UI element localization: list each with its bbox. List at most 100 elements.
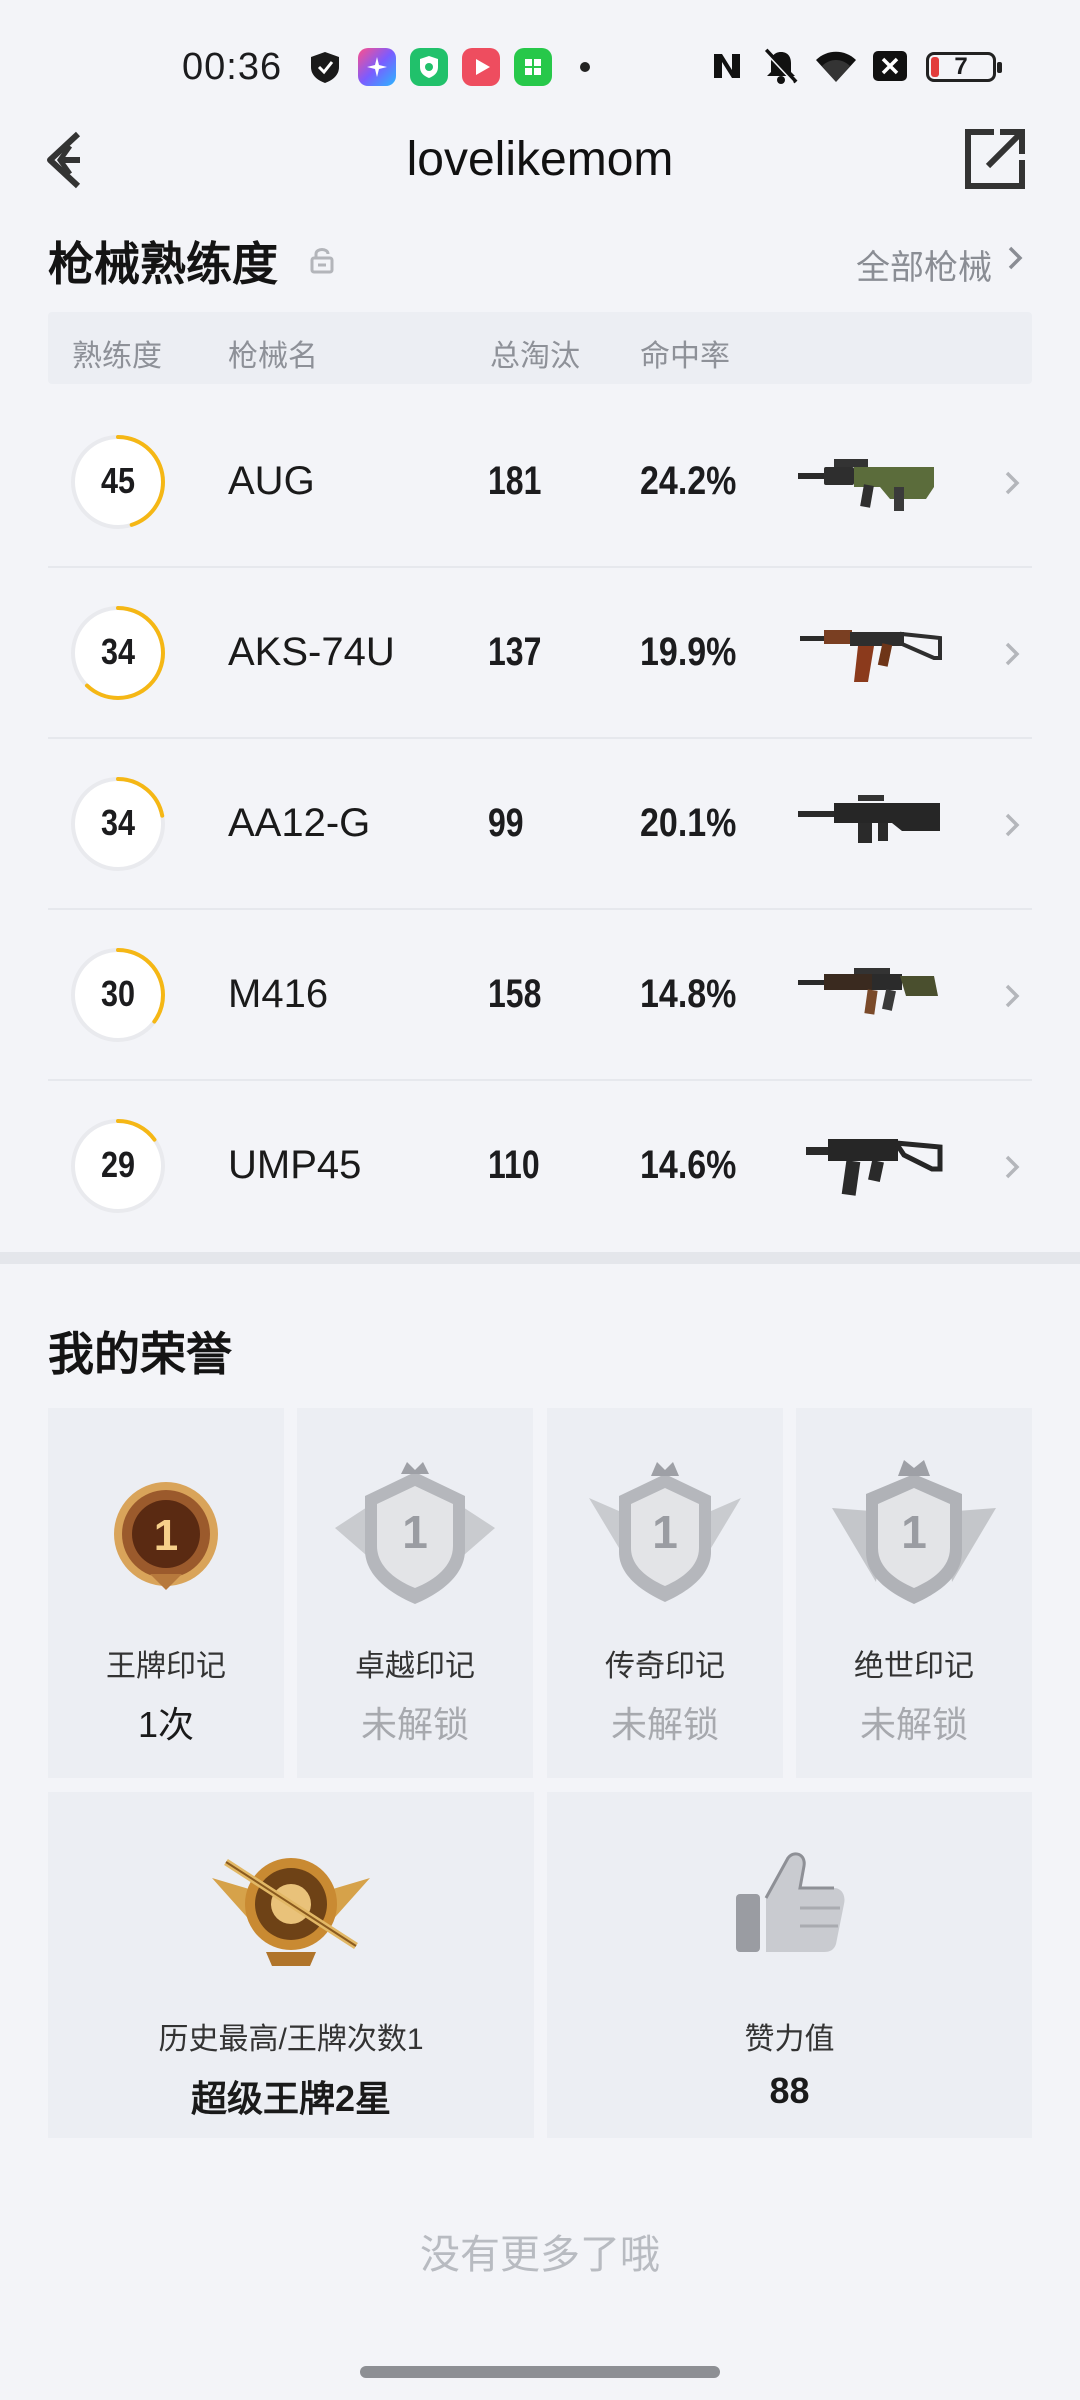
legend-mark-medal-number: 1 xyxy=(652,1506,678,1558)
col-hit-rate: 命中率 xyxy=(640,340,730,373)
honor-value: 未解锁 xyxy=(859,1704,968,1745)
chevron-right-icon[interactable] xyxy=(1002,638,1024,670)
weapon-row-aug[interactable]: 45 AUG 181 24.2% xyxy=(48,397,1032,568)
honor-card-legend-mark[interactable]: 1 传奇印记 未解锁 xyxy=(547,1408,783,1778)
weapon-row-m416[interactable]: 30 M416 158 14.8% xyxy=(48,910,1032,1081)
ace-mark-medal-number: 1 xyxy=(154,1511,178,1560)
highest-rank-label: 历史最高/王牌次数1 xyxy=(158,2023,424,2056)
col-name: 枪械名 xyxy=(228,340,318,373)
legend-mark-medal-icon: 1 xyxy=(575,1458,755,1608)
appstore-app-icon xyxy=(514,48,552,86)
honor-value: 未解锁 xyxy=(610,1704,719,1745)
chevron-right-icon[interactable] xyxy=(1002,980,1024,1012)
chevron-right-icon[interactable] xyxy=(1004,240,1028,276)
honor-label: 卓越印记 xyxy=(355,1650,475,1683)
likes-label: 赞力值 xyxy=(744,2023,835,2056)
honors-title: 我的荣誉 xyxy=(48,1328,232,1380)
ump45-smg-icon xyxy=(794,1121,944,1211)
super-ace-emblem-icon xyxy=(206,1842,376,1972)
ace-mark-medal-icon: 1 xyxy=(110,1478,222,1596)
share-icon xyxy=(965,129,1025,189)
weapon-row-ump45[interactable]: 29 UMP45 110 14.6% xyxy=(48,1081,1032,1252)
honor-card-excellence-mark[interactable]: 1 卓越印记 未解锁 xyxy=(297,1408,533,1778)
mastery-ring: 34 xyxy=(70,776,166,872)
likes-value: 88 xyxy=(769,2070,810,2111)
nfc-icon xyxy=(710,48,744,89)
weapon-row-aks74u[interactable]: 34 AKS-74U 137 19.9% xyxy=(48,568,1032,739)
notification-dot xyxy=(580,62,590,72)
honor-value: 1次 xyxy=(137,1704,195,1745)
peerless-mark-medal-number: 1 xyxy=(901,1506,927,1558)
weapon-hit-rate: 20.1% xyxy=(640,801,737,845)
weapon-name: AUG xyxy=(228,459,315,503)
mastery-ring: 34 xyxy=(70,605,166,701)
status-time: 00:36 xyxy=(182,46,283,88)
mastery-level: 29 xyxy=(100,1144,136,1185)
aug-rifle-icon xyxy=(794,437,944,527)
thumbs-up-icon xyxy=(730,1848,850,1958)
m416-rifle-icon xyxy=(794,950,944,1040)
chevron-right-icon[interactable] xyxy=(1002,1151,1024,1183)
photos-app-icon xyxy=(358,48,396,86)
weapon-table-header: 熟练度 枪械名 总淘汰 命中率 xyxy=(48,312,1032,384)
weapon-name: AA12-G xyxy=(228,801,371,845)
weapon-kills: 181 xyxy=(488,459,542,503)
mute-icon xyxy=(762,46,800,91)
section-divider xyxy=(0,1252,1080,1264)
share-button[interactable] xyxy=(960,124,1030,194)
no-more-content-text: 没有更多了哦 xyxy=(420,2233,660,2277)
weapon-mastery-header: 枪械熟练度 全部枪械 xyxy=(48,222,1032,292)
close-box-icon xyxy=(872,50,908,87)
weapon-kills: 158 xyxy=(488,972,542,1016)
honor-card-ace-mark[interactable]: 1 王牌印记 1次 xyxy=(48,1408,284,1778)
weapon-row-aa12g[interactable]: 34 AA12-G 99 20.1% xyxy=(48,739,1032,910)
security-app-icon xyxy=(410,48,448,86)
excellence-mark-medal-icon: 1 xyxy=(325,1458,505,1608)
honor-label: 王牌印记 xyxy=(106,1650,226,1683)
excellence-mark-medal-number: 1 xyxy=(402,1506,428,1558)
highest-rank-value: 超级王牌2星 xyxy=(190,2078,392,2119)
honor-card-highest-rank[interactable]: 历史最高/王牌次数1 超级王牌2星 xyxy=(48,1792,534,2138)
weapon-hit-rate: 14.6% xyxy=(640,1143,737,1187)
shield-app-icon xyxy=(306,48,344,86)
mastery-ring: 29 xyxy=(70,1118,166,1214)
mastery-level: 34 xyxy=(100,802,136,843)
mastery-level: 30 xyxy=(100,973,136,1014)
video-app-icon xyxy=(462,48,500,86)
col-kills: 总淘汰 xyxy=(490,340,580,373)
peerless-mark-medal-icon: 1 xyxy=(824,1458,1004,1608)
weapon-kills: 99 xyxy=(488,801,524,845)
mastery-ring: 30 xyxy=(70,947,166,1043)
honor-label: 传奇印记 xyxy=(605,1650,725,1683)
chevron-right-icon[interactable] xyxy=(1002,467,1024,499)
weapon-kills: 137 xyxy=(488,630,542,674)
honor-card-likes[interactable]: 赞力值 88 xyxy=(547,1792,1032,2138)
honors-header: 我的荣誉 xyxy=(48,1312,1032,1382)
weapon-name: M416 xyxy=(228,972,329,1016)
home-indicator[interactable] xyxy=(360,2366,720,2378)
page-title: lovelikemom xyxy=(406,133,674,186)
honor-card-peerless-mark[interactable]: 1 绝世印记 未解锁 xyxy=(796,1408,1032,1778)
top-nav-bar: lovelikemom xyxy=(0,110,1080,210)
weapon-name: UMP45 xyxy=(228,1143,362,1187)
lock-icon[interactable] xyxy=(310,246,334,274)
all-weapons-link[interactable]: 全部枪械 xyxy=(856,240,992,289)
battery-level: 7 xyxy=(954,53,968,80)
mastery-ring: 45 xyxy=(70,434,166,530)
wifi-icon xyxy=(814,48,858,89)
honor-value: 未解锁 xyxy=(360,1704,469,1745)
mastery-level: 34 xyxy=(100,631,136,672)
honor-label: 绝世印记 xyxy=(854,1650,974,1683)
weapon-hit-rate: 24.2% xyxy=(640,459,737,503)
aks74u-rifle-icon xyxy=(794,608,944,698)
weapon-hit-rate: 19.9% xyxy=(640,630,737,674)
weapon-kills: 110 xyxy=(488,1143,540,1187)
aa12-shotgun-icon xyxy=(794,779,944,869)
col-mastery: 熟练度 xyxy=(72,340,162,373)
weapon-mastery-title: 枪械熟练度 xyxy=(48,238,278,290)
mastery-level: 45 xyxy=(100,460,136,501)
weapon-name: AKS-74U xyxy=(228,630,395,674)
weapon-hit-rate: 14.8% xyxy=(640,972,737,1016)
battery-icon: 7 xyxy=(926,52,1002,82)
chevron-right-icon[interactable] xyxy=(1002,809,1024,841)
